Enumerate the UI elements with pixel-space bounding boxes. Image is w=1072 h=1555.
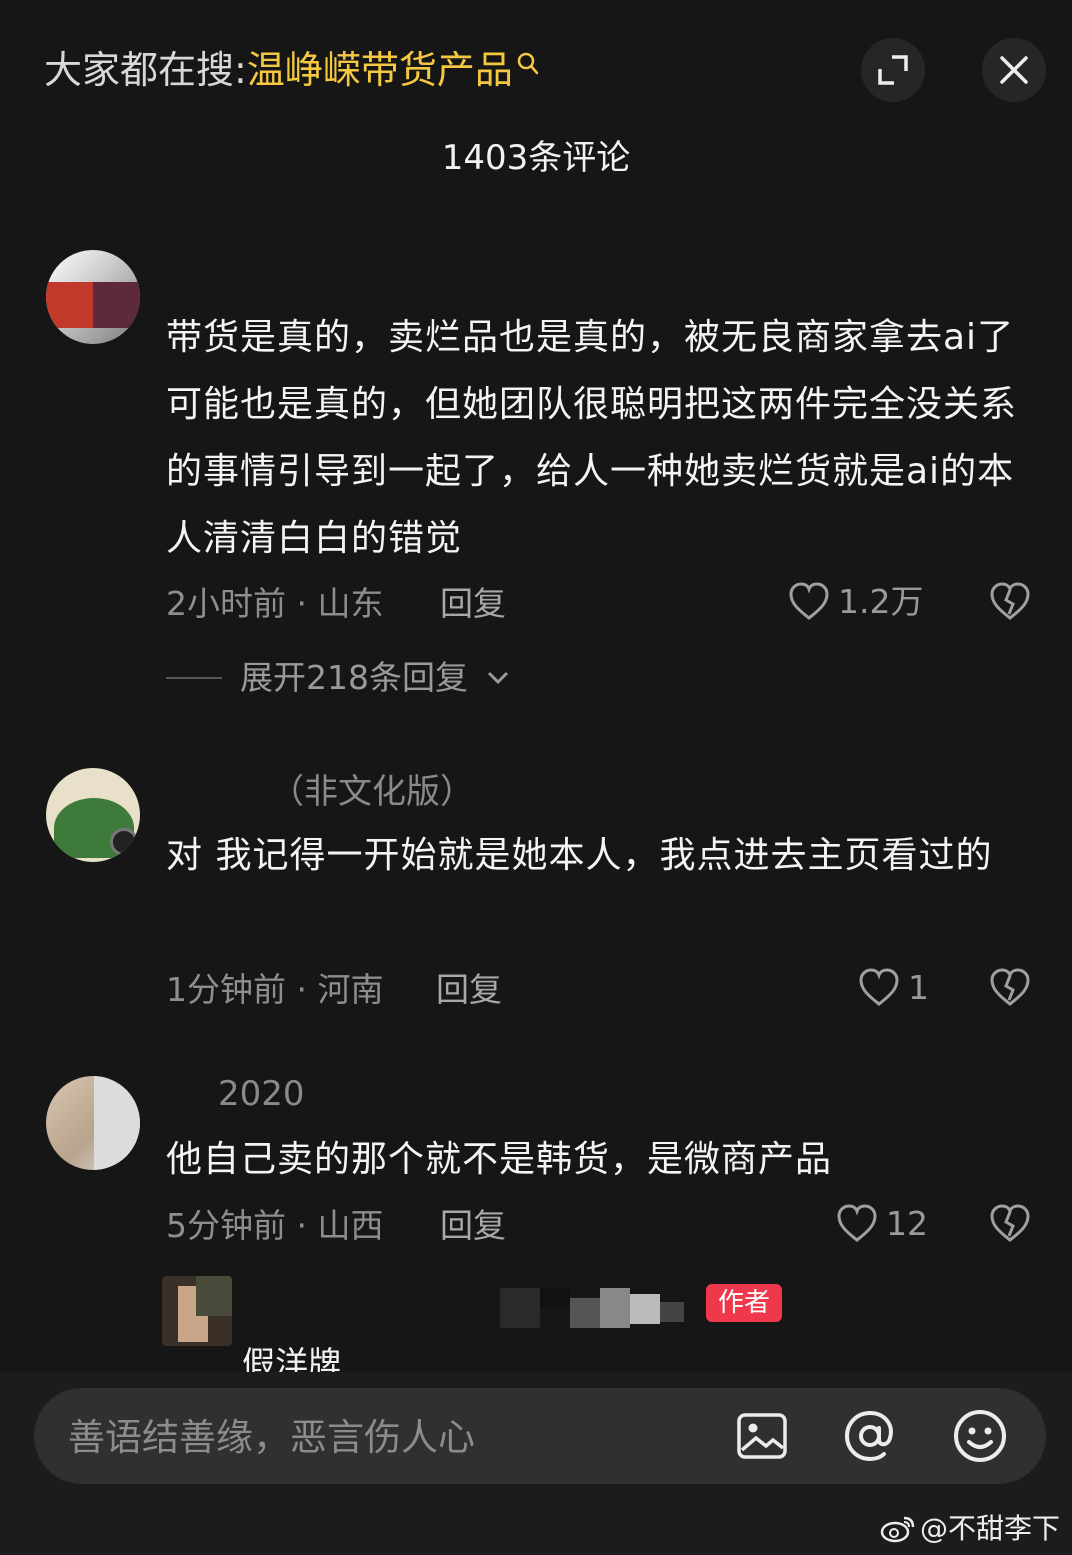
comment-time-location: 5分钟前 · 山西 (166, 1206, 384, 1245)
author-badge: 作者 (706, 1284, 783, 1322)
like-button[interactable]: 1 (858, 968, 929, 1008)
broken-heart-icon (990, 582, 1030, 620)
avatar[interactable] (46, 768, 140, 862)
close-icon (1000, 56, 1028, 84)
expand-replies-label: 展开218条回复 (240, 658, 468, 697)
redacted-username (500, 1288, 690, 1328)
like-count: 12 (886, 1204, 928, 1243)
reply-avatar[interactable] (162, 1276, 232, 1346)
broken-heart-icon (990, 968, 1030, 1006)
comment-username[interactable]: 2020 (218, 1074, 305, 1114)
avatar[interactable] (46, 250, 140, 344)
expand-replies-button[interactable]: 展开218条回复 (166, 658, 510, 698)
heart-icon (789, 582, 829, 620)
expand-icon (878, 55, 908, 85)
broken-heart-icon (990, 1204, 1030, 1242)
comment-text: 他自己卖的那个就不是韩货，是微商产品 (166, 1139, 833, 1180)
image-picker-button[interactable] (732, 1406, 792, 1466)
smiley-icon (954, 1410, 1006, 1462)
dislike-button[interactable] (988, 1204, 1032, 1248)
fullscreen-button[interactable] (861, 38, 925, 102)
like-count: 1 (908, 968, 929, 1007)
trending-search-prefix: 大家都在搜: (44, 48, 247, 92)
like-button[interactable]: 12 (836, 1204, 928, 1244)
comment-count-title: 1403条评论 (441, 138, 631, 178)
comment-text: 对 我记得一开始就是她本人，我点进去主页看过的 (166, 835, 993, 876)
like-count: 1.2万 (838, 582, 924, 621)
close-button[interactable] (982, 38, 1046, 102)
trending-search-keyword[interactable]: 温峥嵘带货产品 (247, 48, 513, 92)
at-sign-icon (844, 1410, 893, 1462)
comment-username[interactable]: （非文化版） (270, 772, 474, 812)
image-icon (737, 1413, 787, 1459)
comment-input-placeholder[interactable]: 善语结善缘，恶言伤人心 (68, 1414, 475, 1462)
dislike-button[interactable] (988, 968, 1032, 1012)
mention-button[interactable] (840, 1406, 900, 1466)
comment-text: 带货是真的，卖烂品也是真的，被无良商家拿去ai了可能也是真的，但她团队很聪明把这… (166, 317, 1018, 559)
heart-icon (859, 968, 899, 1006)
like-button[interactable]: 1.2万 (788, 582, 923, 622)
dislike-button[interactable] (988, 582, 1032, 626)
weibo-logo-icon (880, 1516, 915, 1543)
emoji-button[interactable] (950, 1406, 1010, 1466)
divider-line (166, 677, 222, 679)
reply-button[interactable]: 回复 (440, 584, 506, 624)
search-icon (517, 52, 539, 85)
trending-search-hint[interactable]: 大家都在搜:温峥嵘带货产品 (44, 46, 539, 94)
sub-reply-text-clip: 假洋牌 (242, 1344, 442, 1372)
weibo-watermark: @不甜李下 (880, 1511, 1060, 1547)
reply-button[interactable]: 回复 (440, 1206, 506, 1246)
heart-icon (837, 1204, 877, 1242)
comment-time-location: 1分钟前 · 河南 (166, 970, 384, 1009)
avatar[interactable] (46, 1076, 140, 1170)
reply-button[interactable]: 回复 (436, 970, 502, 1010)
chevron-down-icon (487, 671, 509, 685)
comment-time-location: 2小时前 · 山东 (166, 584, 384, 623)
watermark-text: @不甜李下 (919, 1512, 1060, 1545)
sub-reply-text: 假洋牌 (242, 1344, 341, 1372)
